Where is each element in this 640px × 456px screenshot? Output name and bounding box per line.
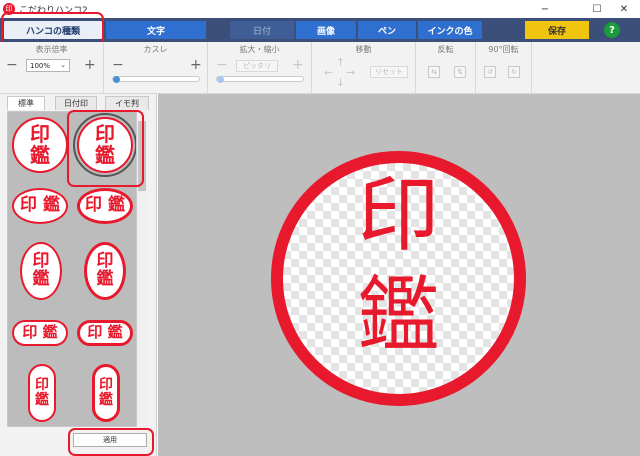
rotate-group: 90°回転 ↺ ↻ (476, 42, 532, 94)
stamp-char-bottom: 鑑 (42, 323, 58, 342)
stamp-grid: 印鑑 印鑑 印 鑑 印 鑑 印鑑 印鑑 印 鑑 印 鑑 印鑑 印鑑 (7, 111, 137, 427)
stamp-char-bottom: 鑑 (107, 323, 123, 342)
blur-increase-button[interactable]: + (190, 58, 202, 72)
stamp-char-bottom: 鑑 (99, 392, 113, 408)
move-up-arrow-icon[interactable]: ↑ (336, 56, 345, 69)
stamp-char-top: 印 (22, 323, 38, 342)
tab-standard[interactable]: 標準 (7, 96, 45, 110)
stamp-option-pill-horizontal[interactable]: 印 鑑 (12, 320, 68, 346)
flip-group: 反転 ⇆ ⇅ (416, 42, 476, 94)
stamp-option-pill-horizontal-thick[interactable]: 印 鑑 (77, 320, 133, 346)
scale-label: 拡大・縮小 (239, 45, 280, 54)
stamp-grid-scrollbar[interactable] (137, 111, 147, 427)
minimize-button[interactable]: − (532, 0, 558, 18)
stamp-option-oval-horizontal[interactable]: 印 鑑 (12, 188, 68, 224)
blur-label: カスレ (143, 45, 168, 54)
tab-text[interactable]: 文字 (106, 21, 206, 39)
stamp-type-panel: 標準 日付印 イモ判 印鑑 印鑑 印 鑑 印 鑑 印鑑 印鑑 印 鑑 印 鑑 印… (0, 94, 157, 456)
rotate-left-icon[interactable]: ↺ (484, 66, 496, 78)
stamp-char-top: 印 (85, 195, 103, 216)
fit-button[interactable]: ピッタリ (236, 60, 278, 72)
stamp-option-oval-vertical-thick[interactable]: 印鑑 (84, 242, 126, 300)
move-left-arrow-icon[interactable]: ← (324, 66, 333, 79)
blur-slider[interactable] (112, 76, 200, 83)
main-menu-bar: ハンコの種類 文字 日付 画像 ペン インクの色 保存 ? (0, 18, 640, 42)
window-title: こだわりハンコ2 (19, 5, 88, 16)
stamp-char-bottom: 鑑 (35, 392, 49, 408)
chevron-down-icon: ⌄ (60, 61, 66, 69)
move-group: 移動 ↑ ← → ↓ リセット (312, 42, 416, 94)
flip-label: 反転 (437, 45, 454, 54)
rotate-label: 90°回転 (488, 45, 519, 54)
blur-decrease-button[interactable]: − (112, 58, 124, 72)
tab-hanko-type[interactable]: ハンコの種類 (4, 21, 102, 39)
tab-imo-stamp[interactable]: イモ判 (105, 96, 149, 110)
scale-group: 拡大・縮小 − ピッタリ + (208, 42, 312, 94)
move-right-arrow-icon[interactable]: → (346, 66, 355, 79)
scale-up-button[interactable]: + (292, 58, 304, 72)
stamp-char-top: 印 (20, 195, 38, 216)
flip-vertical-icon[interactable]: ⇅ (454, 66, 466, 78)
stamp-char-bottom: 鑑 (30, 143, 50, 167)
tab-ink-color[interactable]: インクの色 (418, 21, 482, 39)
stamp-option-oval-horizontal-thick[interactable]: 印 鑑 (77, 188, 133, 224)
stamp-char-bottom: 鑑 (32, 269, 50, 289)
save-button[interactable]: 保存 (525, 21, 589, 39)
move-down-arrow-icon[interactable]: ↓ (336, 76, 345, 89)
preview-char-top: 印 (357, 168, 440, 263)
scale-down-button[interactable]: − (216, 58, 228, 72)
stamp-char-bottom: 鑑 (96, 269, 114, 289)
zoom-group: 表示倍率 − 100% ⌄ + (0, 42, 104, 94)
stamp-char-top: 印 (87, 323, 103, 342)
apply-button[interactable]: 適用 (73, 433, 147, 447)
stamp-option-circle[interactable]: 印鑑 (12, 117, 68, 173)
tab-date-stamp[interactable]: 日付印 (55, 96, 97, 110)
zoom-label: 表示倍率 (35, 45, 68, 54)
rotate-right-icon[interactable]: ↻ (508, 66, 520, 78)
reset-button[interactable]: リセット (370, 66, 408, 78)
stamp-option-circle-selected[interactable]: 印鑑 (73, 113, 136, 177)
close-button[interactable]: ✕ (611, 0, 637, 18)
app-logo-icon: 印 (3, 3, 15, 15)
preview-char-bottom: 鑑 (357, 268, 440, 363)
zoom-in-button[interactable]: + (84, 58, 96, 72)
stamp-preview[interactable]: 印 鑑 (271, 151, 526, 406)
blur-group: カスレ − + (104, 42, 208, 94)
zoom-select[interactable]: 100% ⌄ (26, 59, 70, 72)
scrollbar-thumb[interactable] (138, 121, 146, 191)
flip-horizontal-icon[interactable]: ⇆ (428, 66, 440, 78)
stamp-option-pill-vertical[interactable]: 印鑑 (28, 364, 56, 422)
tab-image[interactable]: 画像 (296, 21, 356, 39)
stamp-char-bottom: 鑑 (107, 195, 125, 216)
tab-date[interactable]: 日付 (230, 21, 294, 39)
scale-slider-thumb[interactable] (217, 76, 224, 83)
stamp-char-bottom: 鑑 (42, 195, 60, 216)
blur-slider-thumb[interactable] (113, 76, 120, 83)
stamp-option-oval-vertical[interactable]: 印鑑 (20, 242, 62, 300)
move-label: 移動 (355, 45, 372, 54)
toolbar: 表示倍率 − 100% ⌄ + カスレ − + 拡大・縮小 − ピッタリ + 移… (0, 42, 640, 94)
help-icon[interactable]: ? (604, 22, 620, 38)
stamp-char-top: 印 (35, 377, 49, 394)
stamp-char-top: 印 (99, 377, 113, 394)
title-bar: 印 こだわりハンコ2 − ☐ ✕ (0, 0, 640, 18)
stamp-option-pill-vertical-thick[interactable]: 印鑑 (92, 364, 120, 422)
tab-pen[interactable]: ペン (358, 21, 416, 39)
preview-canvas[interactable]: 印 鑑 (158, 94, 640, 456)
maximize-button[interactable]: ☐ (584, 0, 610, 18)
zoom-value: 100% (30, 61, 51, 70)
stamp-char-bottom: 鑑 (95, 143, 115, 167)
scale-slider[interactable] (216, 76, 304, 83)
zoom-out-button[interactable]: − (6, 58, 18, 72)
